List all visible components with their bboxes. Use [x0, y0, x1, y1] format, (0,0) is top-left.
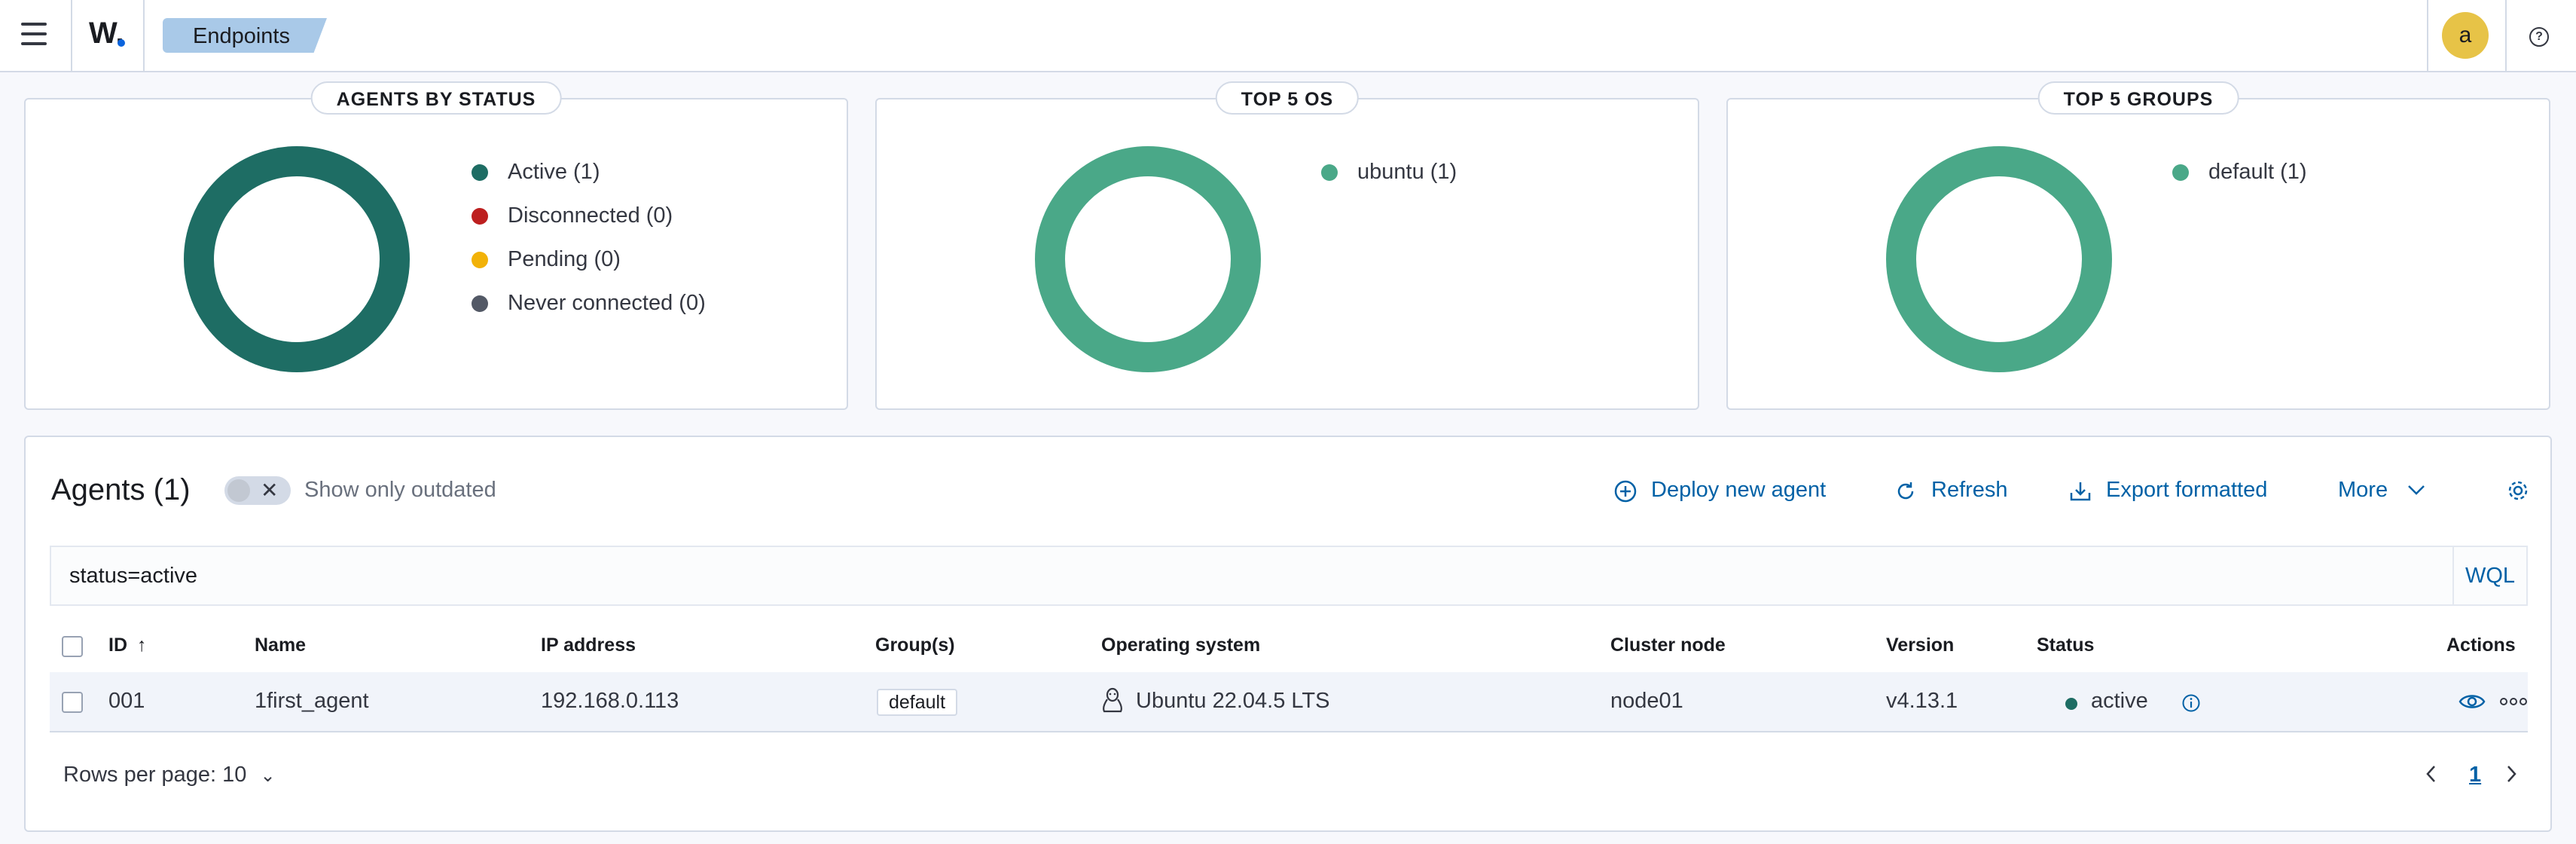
avatar[interactable]: a	[2442, 12, 2489, 59]
header-divider	[2427, 0, 2428, 71]
outdated-toggle[interactable]: ✕	[224, 476, 291, 505]
export-icon	[2070, 482, 2091, 501]
refresh-label: Refresh	[1931, 478, 2008, 502]
column-header-name[interactable]: Name	[255, 635, 306, 656]
rows-per-page-label: Rows per page: 10	[63, 763, 247, 787]
breadcrumb-endpoints[interactable]: Endpoints	[163, 18, 327, 53]
column-header-groups[interactable]: Group(s)	[875, 635, 955, 656]
more-label: More	[2338, 478, 2388, 502]
refresh-icon	[1897, 482, 1914, 500]
legend-label: ubuntu (1)	[1357, 160, 1457, 184]
panel-top-groups: TOP 5 GROUPS default (1)	[1726, 81, 2550, 410]
prev-page-button[interactable]	[2424, 763, 2439, 791]
chevron-down-icon	[2408, 485, 2425, 495]
rows-per-page-select[interactable]: Rows per page: 10 ⌄	[63, 763, 276, 787]
donut-ring	[184, 146, 410, 372]
legend-label: Never connected (0)	[508, 291, 706, 315]
table-header: ID ↑ Name IP address Group(s) Operating …	[50, 621, 2528, 674]
eye-icon[interactable]	[2458, 690, 2486, 713]
panel-title: TOP 5 OS	[1215, 81, 1360, 115]
header-divider	[2505, 0, 2507, 71]
select-all-checkbox[interactable]	[62, 636, 83, 657]
sort-ascending-icon: ↑	[136, 635, 147, 656]
more-actions-icon[interactable]	[2499, 696, 2528, 707]
wql-button[interactable]: WQL	[2452, 547, 2526, 604]
status-donut-chart[interactable]	[184, 146, 410, 372]
cell-os: Ubuntu 22.04.5 LTS	[1136, 689, 1330, 713]
column-header-actions: Actions	[2446, 635, 2516, 656]
panel-title: TOP 5 GROUPS	[2037, 81, 2239, 115]
donut-ring	[1035, 146, 1261, 372]
legend-dot	[472, 164, 488, 181]
legend-label: default (1)	[2208, 160, 2307, 184]
cell-version: v4.13.1	[1886, 689, 1958, 713]
search-input[interactable]: status=active WQL	[50, 546, 2528, 606]
column-header-ip[interactable]: IP address	[541, 635, 636, 656]
panel-agents-by-status: AGENTS BY STATUS Active (1) Disconnected…	[24, 81, 848, 410]
legend-dot	[2172, 164, 2189, 181]
toggle-label[interactable]: Show only outdated	[304, 478, 496, 503]
toggle-knob	[227, 479, 250, 502]
deploy-agent-label: Deploy new agent	[1651, 478, 1827, 502]
export-label: Export formatted	[2106, 478, 2268, 502]
legend-label: Disconnected (0)	[508, 203, 673, 228]
column-label: ID	[108, 635, 127, 656]
column-header-cluster[interactable]: Cluster node	[1610, 635, 1726, 656]
plus-circle-icon	[1614, 480, 1637, 503]
groups-donut-chart[interactable]	[1886, 146, 2112, 372]
chevron-down-icon: ⌄	[260, 766, 276, 786]
cell-ip: 192.168.0.113	[541, 689, 679, 713]
column-header-status[interactable]: Status	[2037, 635, 2094, 656]
column-header-id[interactable]: ID ↑	[108, 635, 146, 656]
logo-dot	[118, 39, 125, 47]
donut-ring	[1886, 146, 2112, 372]
row-checkbox[interactable]	[62, 692, 83, 713]
table-row[interactable]: 001 1first_agent 192.168.0.113 default U…	[50, 672, 2528, 732]
cell-name: 1first_agent	[255, 689, 369, 713]
cell-status: active	[2091, 689, 2148, 713]
agents-title: Agents (1)	[51, 473, 191, 506]
chevron-left-icon	[2426, 766, 2435, 782]
status-dot	[2065, 698, 2077, 710]
cell-id: 001	[108, 689, 145, 713]
panel-top-os: TOP 5 OS ubuntu (1)	[875, 81, 1699, 410]
legend-label: Active (1)	[508, 160, 600, 184]
toggle-off-icon: ✕	[261, 479, 279, 502]
info-icon[interactable]	[2181, 693, 2201, 713]
header-divider	[143, 0, 145, 71]
chevron-right-icon	[2507, 766, 2516, 782]
linux-icon	[1103, 687, 1122, 713]
legend-label: Pending (0)	[508, 247, 621, 271]
group-badge[interactable]: default	[877, 689, 958, 716]
panel-title: AGENTS BY STATUS	[310, 81, 562, 115]
header-divider	[71, 0, 72, 71]
page-1-button[interactable]: 1	[2469, 763, 2481, 787]
help-icon[interactable]: ?	[2529, 27, 2549, 47]
os-donut-chart[interactable]	[1035, 146, 1261, 372]
column-header-version[interactable]: Version	[1886, 635, 1954, 656]
menu-icon[interactable]	[21, 23, 48, 48]
legend-dot	[1321, 164, 1338, 181]
breadcrumb-label: Endpoints	[193, 24, 290, 48]
column-header-os[interactable]: Operating system	[1101, 635, 1260, 656]
legend-dot	[472, 295, 488, 312]
next-page-button[interactable]	[2504, 763, 2519, 791]
top-header: W. Endpoints a ?	[0, 0, 2576, 72]
legend-dot	[472, 252, 488, 268]
legend-dot	[472, 208, 488, 225]
agents-card: Agents (1) ✕ Show only outdated Deploy n…	[24, 436, 2552, 832]
cell-cluster: node01	[1610, 689, 1683, 713]
search-query: status=active	[69, 564, 198, 588]
gear-icon[interactable]	[2505, 478, 2531, 503]
